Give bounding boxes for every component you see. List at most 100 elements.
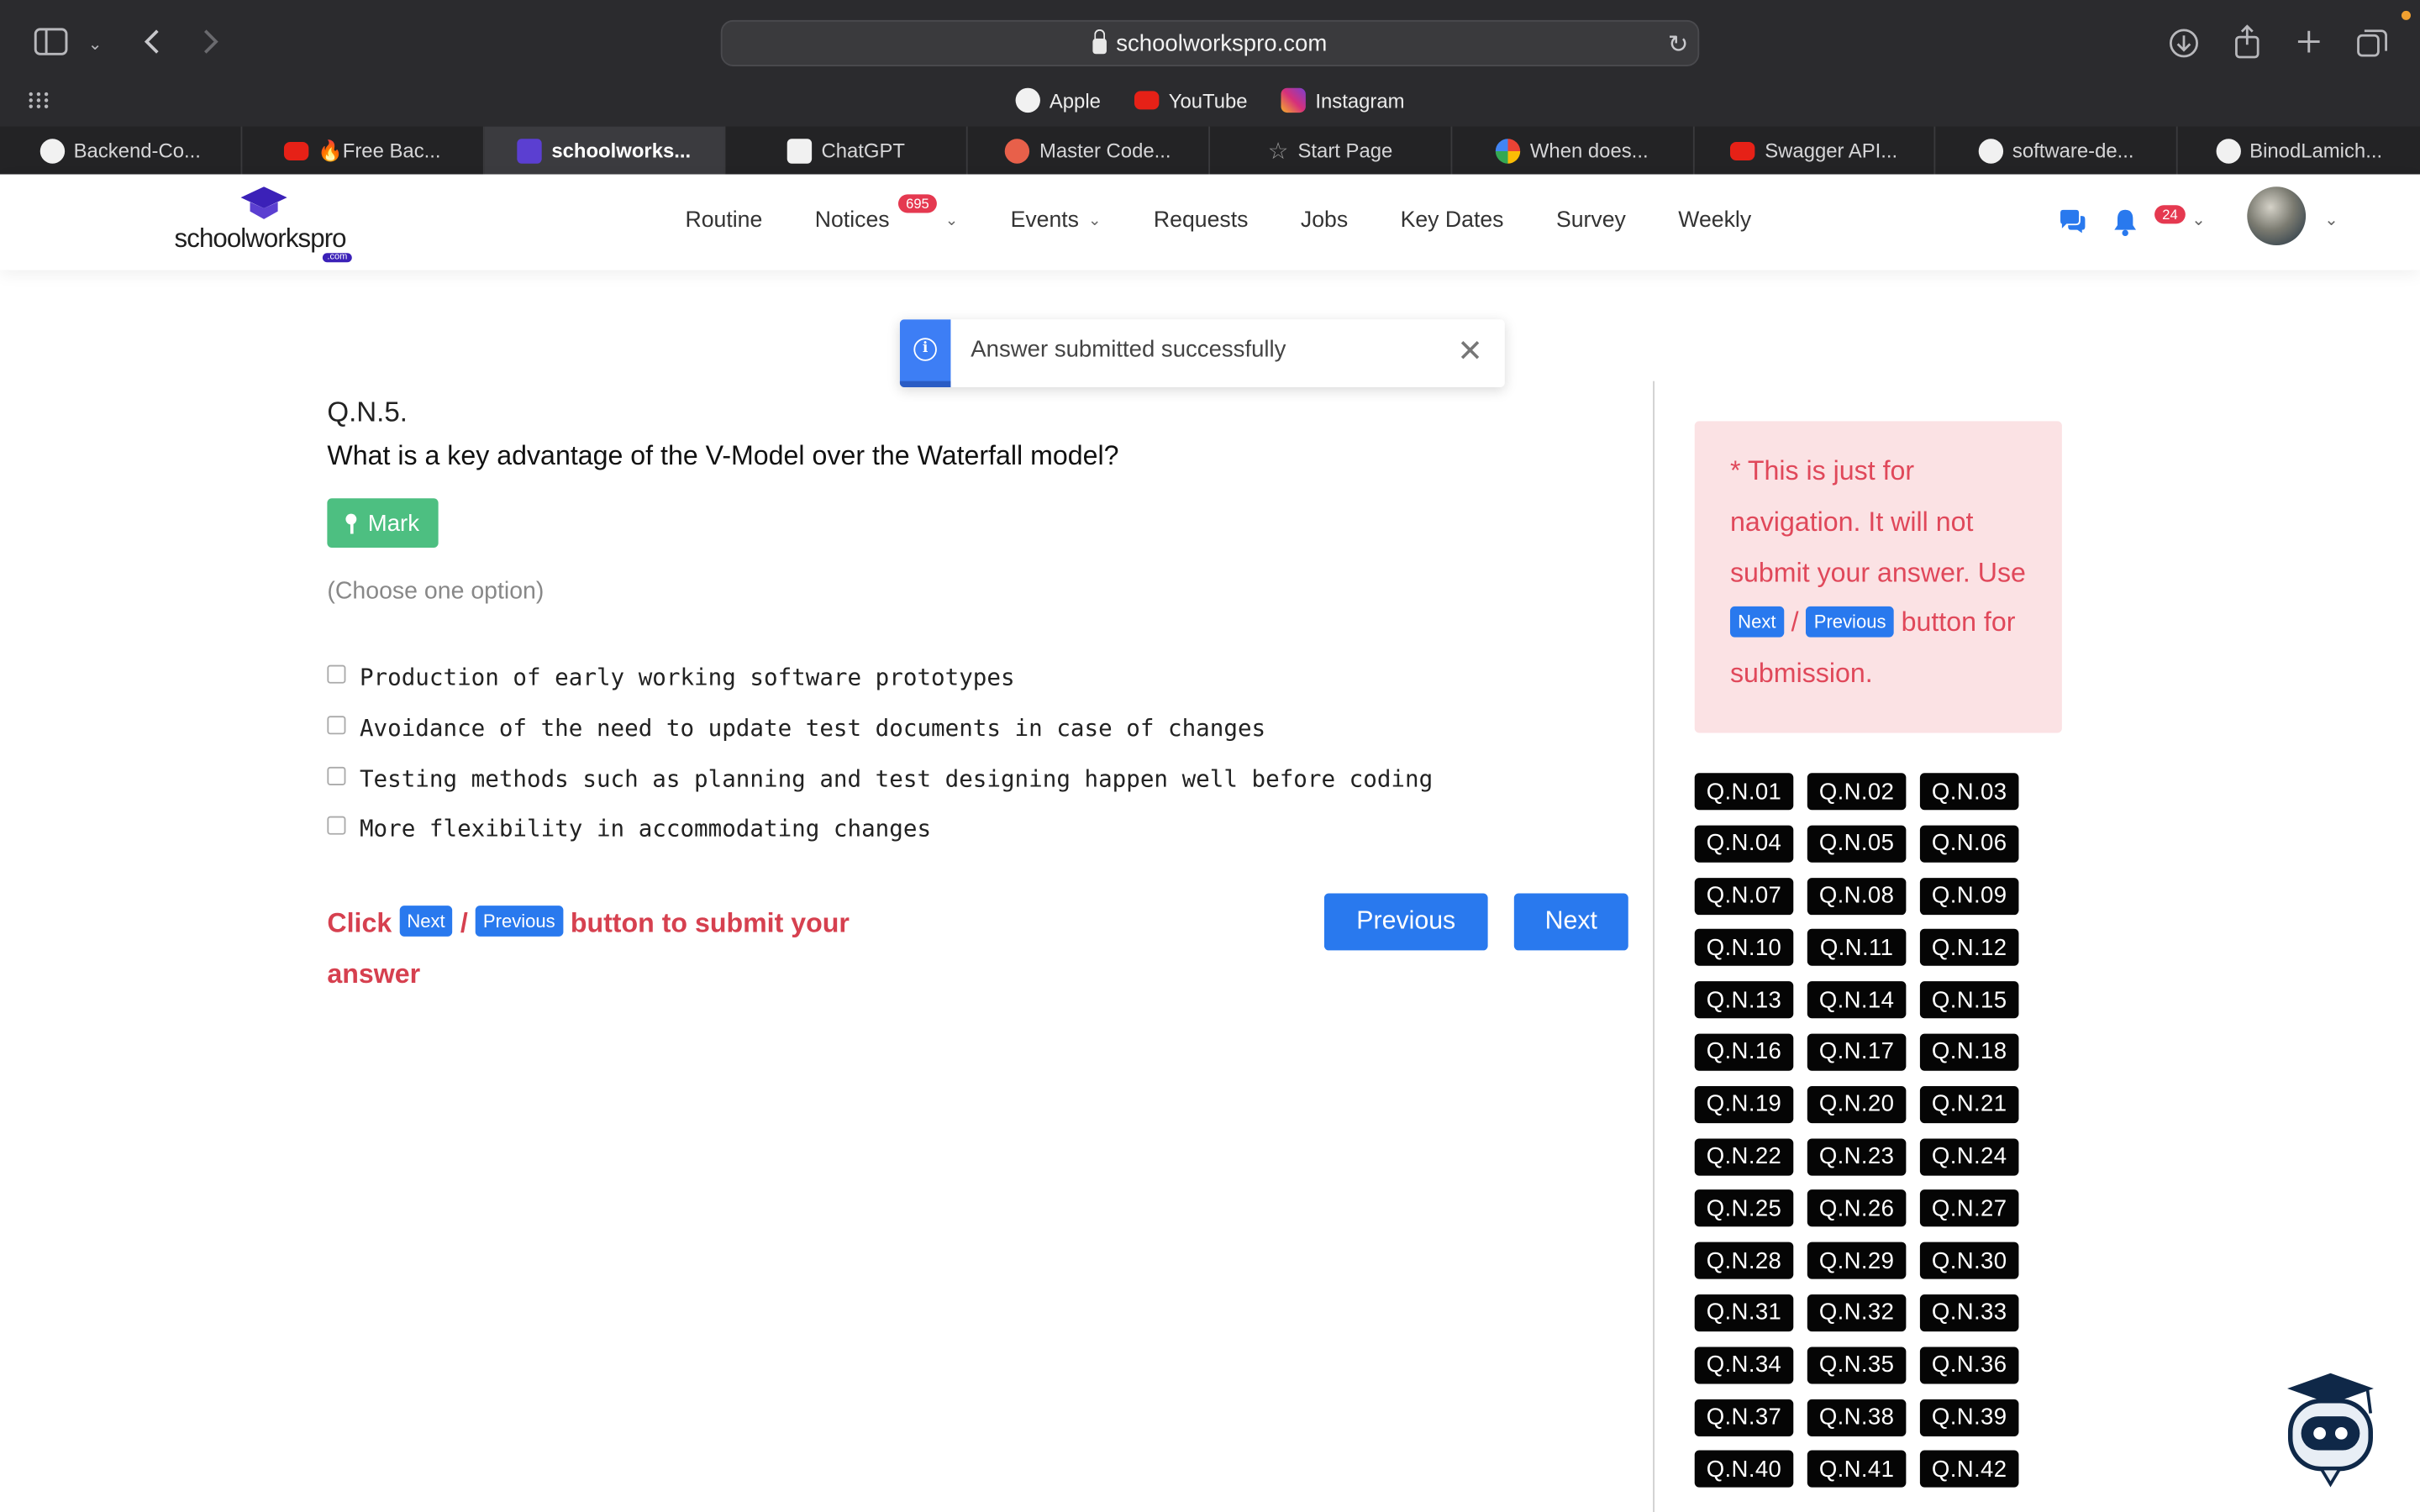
tab-free-bac[interactable]: 🔥Free Bac... xyxy=(242,126,484,175)
question-nav-button[interactable]: Q.N.20 xyxy=(1807,1085,1907,1123)
question-nav-button[interactable]: Q.N.07 xyxy=(1694,877,1794,915)
nav-jobs[interactable]: Jobs xyxy=(1301,208,1348,233)
question-nav-button[interactable]: Q.N.08 xyxy=(1807,877,1907,915)
option-checkbox[interactable] xyxy=(327,665,346,685)
question-nav-button[interactable]: Q.N.28 xyxy=(1694,1242,1794,1279)
option-1[interactable]: Production of early working software pro… xyxy=(327,653,1433,703)
nav-key-dates[interactable]: Key Dates xyxy=(1401,208,1504,233)
tab-software-de[interactable]: software-de... xyxy=(1936,126,2178,175)
nav-events[interactable]: Events ⌄ xyxy=(1011,208,1102,233)
tab-backend-co[interactable]: Backend-Co... xyxy=(0,126,242,175)
nav-weekly[interactable]: Weekly xyxy=(1678,208,1751,233)
tab-when-does[interactable]: When does... xyxy=(1452,126,1694,175)
option-4[interactable]: More flexibility in accommodating change… xyxy=(327,804,1433,854)
back-icon[interactable] xyxy=(142,28,160,55)
sidebar-toggle-icon[interactable] xyxy=(34,28,68,55)
question-nav-button[interactable]: Q.N.17 xyxy=(1807,1033,1907,1071)
option-checkbox[interactable] xyxy=(327,766,346,785)
question-nav-button[interactable]: Q.N.30 xyxy=(1919,1242,2019,1279)
option-2[interactable]: Avoidance of the need to update test doc… xyxy=(327,703,1433,753)
close-icon[interactable]: ✕ xyxy=(1457,332,1483,370)
previous-button[interactable]: Previous xyxy=(1323,893,1488,951)
favorite-instagram[interactable]: Instagram xyxy=(1281,85,1405,116)
tab-schoolworks[interactable]: schoolworks... xyxy=(483,126,726,175)
chatbot-icon[interactable] xyxy=(2278,1367,2383,1490)
chat-icon[interactable] xyxy=(2059,209,2086,234)
question-nav-button[interactable]: Q.N.18 xyxy=(1919,1033,2019,1071)
forward-icon[interactable] xyxy=(203,28,221,55)
tab-label: Master Code... xyxy=(1039,139,1171,162)
tab-chatgpt[interactable]: ChatGPT xyxy=(726,126,968,175)
question-nav-button[interactable]: Q.N.14 xyxy=(1807,981,1907,1019)
question-nav-button[interactable]: Q.N.09 xyxy=(1919,877,2019,915)
question-nav-button[interactable]: Q.N.05 xyxy=(1807,825,1907,863)
new-tab-icon[interactable] xyxy=(2295,28,2323,55)
download-icon[interactable] xyxy=(2169,28,2200,59)
tab-master-code[interactable]: Master Code... xyxy=(968,126,1210,175)
question-nav-button[interactable]: Q.N.40 xyxy=(1694,1451,1794,1488)
question-nav-button[interactable]: Q.N.01 xyxy=(1694,773,1794,811)
question-nav-button[interactable]: Q.N.39 xyxy=(1919,1399,2019,1436)
nav-requests[interactable]: Requests xyxy=(1154,208,1249,233)
question-nav-button[interactable]: Q.N.16 xyxy=(1694,1033,1794,1071)
question-nav-button[interactable]: Q.N.25 xyxy=(1694,1189,1794,1227)
question-nav-button[interactable]: Q.N.31 xyxy=(1694,1294,1794,1332)
github-icon xyxy=(39,138,65,163)
question-nav-button[interactable]: Q.N.29 xyxy=(1807,1242,1907,1279)
nav-routine[interactable]: Routine xyxy=(686,208,763,233)
tab-start-page[interactable]: ☆ Start Page xyxy=(1210,126,1452,175)
question-nav-button[interactable]: Q.N.10 xyxy=(1694,929,1794,967)
question-nav-button[interactable]: Q.N.24 xyxy=(1919,1137,2019,1175)
question-nav-button[interactable]: Q.N.33 xyxy=(1919,1294,2019,1332)
option-checkbox[interactable] xyxy=(327,816,346,836)
question-text: What is a key advantage of the V-Model o… xyxy=(327,439,1119,471)
question-nav-button[interactable]: Q.N.03 xyxy=(1919,773,2019,811)
nav-label: Key Dates xyxy=(1400,207,1504,234)
chevron-down-icon[interactable]: ⌄ xyxy=(2324,210,2338,230)
tab-swagger-api[interactable]: Swagger API... xyxy=(1694,126,1936,175)
question-nav-button[interactable]: Q.N.26 xyxy=(1807,1189,1907,1227)
address-bar[interactable]: schoolworkspro.com ↻ xyxy=(720,19,1700,66)
question-nav-button[interactable]: Q.N.13 xyxy=(1694,981,1794,1019)
question-nav-button[interactable]: Q.N.35 xyxy=(1807,1347,1907,1384)
tab-label: Swagger API... xyxy=(1765,139,1898,162)
option-label: Production of early working software pro… xyxy=(359,664,1015,692)
tab-overview-icon[interactable] xyxy=(2357,28,2388,59)
logo[interactable]: schoolworkspro .com xyxy=(175,186,360,263)
option-3[interactable]: Testing methods such as planning and tes… xyxy=(327,753,1433,804)
question-nav-button[interactable]: Q.N.34 xyxy=(1694,1347,1794,1384)
bell-icon[interactable] xyxy=(2112,208,2137,237)
next-button[interactable]: Next xyxy=(1513,893,1628,951)
question-nav-button[interactable]: Q.N.04 xyxy=(1694,825,1794,863)
question-nav-button[interactable]: Q.N.42 xyxy=(1919,1451,2019,1488)
tab-label: Start Page xyxy=(1297,139,1393,162)
question-nav-button[interactable]: Q.N.23 xyxy=(1807,1137,1907,1175)
chevron-down-icon[interactable]: ⌄ xyxy=(88,31,103,59)
question-nav-button[interactable]: Q.N.12 xyxy=(1919,929,2019,967)
nav-notices[interactable]: Notices 695 ⌄ xyxy=(815,194,958,233)
question-nav-button[interactable]: Q.N.06 xyxy=(1919,825,2019,863)
reload-icon[interactable]: ↻ xyxy=(1668,29,1689,60)
question-nav-button[interactable]: Q.N.36 xyxy=(1919,1347,2019,1384)
favorite-apple[interactable]: Apple xyxy=(1015,85,1101,116)
mark-button[interactable]: Mark xyxy=(327,498,439,549)
graduation-cap-icon xyxy=(240,186,287,219)
share-icon[interactable] xyxy=(2233,24,2261,59)
question-nav-button[interactable]: Q.N.37 xyxy=(1694,1399,1794,1436)
question-nav-button[interactable]: Q.N.27 xyxy=(1919,1189,2019,1227)
question-nav-button[interactable]: Q.N.22 xyxy=(1694,1137,1794,1175)
avatar[interactable] xyxy=(2247,186,2307,246)
question-nav-button[interactable]: Q.N.41 xyxy=(1807,1451,1907,1488)
question-nav-button[interactable]: Q.N.32 xyxy=(1807,1294,1907,1332)
favorite-youtube[interactable]: YouTube xyxy=(1134,85,1248,116)
question-nav-button[interactable]: Q.N.21 xyxy=(1919,1085,2019,1123)
question-nav-button[interactable]: Q.N.38 xyxy=(1807,1399,1907,1436)
question-nav-button[interactable]: Q.N.11 xyxy=(1807,929,1907,967)
nav-survey[interactable]: Survey xyxy=(1556,208,1626,233)
question-nav-button[interactable]: Q.N.15 xyxy=(1919,981,2019,1019)
option-checkbox[interactable] xyxy=(327,716,346,735)
question-nav-button[interactable]: Q.N.02 xyxy=(1807,773,1907,811)
question-nav-button[interactable]: Q.N.19 xyxy=(1694,1085,1794,1123)
tab-binodlamich[interactable]: BinodLamich... xyxy=(2178,127,2420,175)
chevron-down-icon[interactable]: ⌄ xyxy=(2191,210,2206,230)
